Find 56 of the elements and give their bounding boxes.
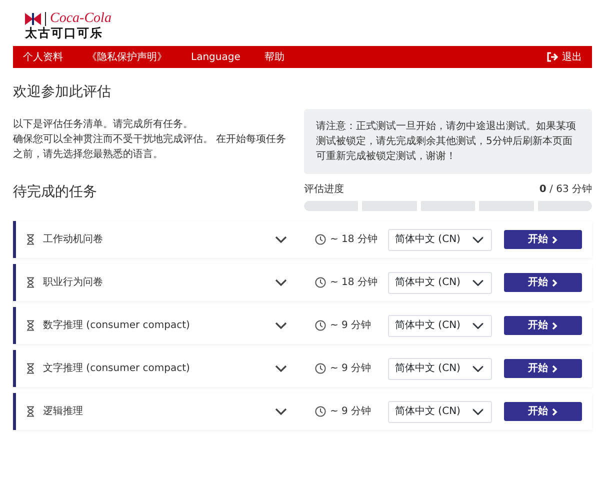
page-title: 欢迎参加此评估 bbox=[13, 84, 112, 102]
chevron-right-icon bbox=[552, 322, 558, 330]
chevron-down-icon[interactable] bbox=[275, 236, 287, 244]
clock-icon bbox=[315, 234, 326, 246]
start-button[interactable]: 开始 bbox=[504, 316, 582, 336]
clock-icon bbox=[315, 406, 326, 418]
language-select[interactable]: 简体中文 (CN) bbox=[388, 358, 492, 380]
start-button[interactable]: 开始 bbox=[504, 230, 582, 250]
language-select[interactable]: 简体中文 (CN) bbox=[388, 314, 492, 337]
task-name: 文字推理 (consumer compact) bbox=[43, 362, 191, 376]
nav-link[interactable]: 帮助 bbox=[264, 50, 284, 65]
task-duration: ~ 9 分钟 bbox=[330, 362, 372, 376]
start-button[interactable]: 开始 bbox=[504, 402, 582, 422]
task-duration: ~ 9 分钟 bbox=[330, 318, 372, 334]
logout-link[interactable]: 退出 bbox=[547, 50, 582, 65]
start-button[interactable]: 开始 bbox=[504, 359, 582, 378]
chevron-right-icon bbox=[552, 278, 558, 287]
language-select[interactable]: 简体中文 (CN) bbox=[388, 272, 492, 294]
chevron-down-icon[interactable] bbox=[275, 364, 287, 373]
task-name: 数字推理 (consumer compact) bbox=[43, 318, 191, 334]
section-title: 待完成的任务 bbox=[13, 184, 98, 201]
chevron-down-icon[interactable] bbox=[275, 408, 287, 416]
brand-logo: Coca-Cola bbox=[45, 12, 112, 26]
chevron-down-icon[interactable] bbox=[275, 322, 287, 330]
clock-icon bbox=[315, 363, 326, 374]
language-select[interactable]: 简体中文 (CN) bbox=[388, 400, 492, 423]
flag-icon bbox=[25, 13, 41, 25]
hourglass-icon bbox=[26, 320, 35, 332]
hourglass-icon bbox=[26, 363, 35, 374]
hourglass-icon bbox=[26, 277, 35, 288]
task-duration: ~ 9 分钟 bbox=[330, 404, 372, 420]
nav-link[interactable]: 个人资料 bbox=[23, 50, 63, 65]
language-select[interactable]: 简体中文 (CN) bbox=[388, 228, 492, 251]
task-duration: ~ 18 分钟 bbox=[330, 276, 378, 290]
intro-text: 以下是评估任务清单。请完成所有任务。 确保您可以全神贯注而不受干扰地完成评估。 在开始每项任务之前，请先选择您最熟悉的语言。 bbox=[13, 118, 288, 162]
task-name: 工作动机问卷 bbox=[43, 232, 104, 248]
hourglass-icon bbox=[26, 406, 35, 418]
clock-icon bbox=[315, 320, 326, 332]
clock-icon bbox=[315, 277, 326, 288]
logout-label[interactable]: 退出 bbox=[562, 50, 582, 65]
chevron-right-icon bbox=[552, 408, 558, 416]
task-name: 职业行为问卷 bbox=[43, 276, 104, 290]
logout-icon bbox=[547, 52, 558, 62]
chevron-right-icon bbox=[552, 364, 558, 373]
hourglass-icon bbox=[26, 234, 35, 246]
chevron-down-icon[interactable] bbox=[275, 278, 287, 287]
notice-box: 请注意：正式测试一旦开始，请勿中途退出测试。如果某项测试被锁定，请先完成剩余其他测试，5分钟后刷新本页面可重新完成被锁定测试，谢谢！ bbox=[304, 109, 592, 174]
progress-value: 0 / 63 分钟 bbox=[539, 182, 592, 198]
nav-link[interactable]: Language bbox=[191, 50, 240, 65]
nav-link[interactable]: 《隐私保护声明》 bbox=[87, 50, 167, 65]
chevron-right-icon bbox=[552, 236, 558, 244]
progress-label: 评估进度 bbox=[304, 182, 344, 198]
start-button[interactable]: 开始 bbox=[504, 273, 582, 292]
task-duration: ~ 18 分钟 bbox=[330, 232, 378, 248]
logo-text: 太古可口可乐 bbox=[25, 26, 104, 40]
task-name: 逻辑推理 bbox=[43, 404, 84, 420]
